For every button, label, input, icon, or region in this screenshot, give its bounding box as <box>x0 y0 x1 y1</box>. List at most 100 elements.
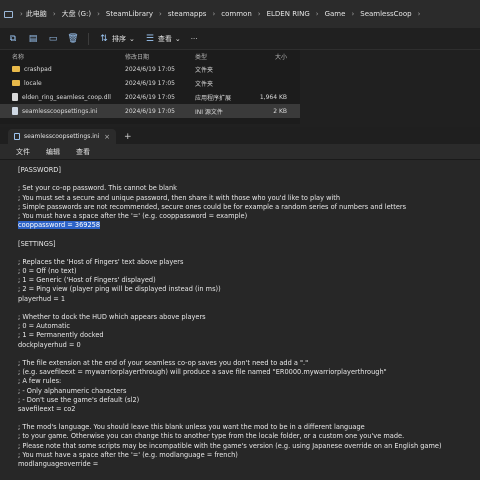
breadcrumb-common[interactable]: common <box>221 10 252 18</box>
notepad-tab[interactable]: seamlesscoopsettings.ini × <box>8 129 116 144</box>
view-icon: ☰ <box>145 33 154 44</box>
breadcrumb-steamlibrary[interactable]: SteamLibrary <box>106 10 153 18</box>
ini-file-icon <box>12 107 18 115</box>
column-header-date[interactable]: 修改日期 <box>125 52 195 61</box>
menu-view[interactable]: 查看 <box>76 147 90 157</box>
editor-line: savefileext = co2 <box>18 404 76 413</box>
file-name: seamlesscoopsettings.ini <box>22 107 98 115</box>
editor-line: [SETTINGS] <box>18 239 56 248</box>
breadcrumb-elden-ring[interactable]: ELDEN RING <box>267 10 310 18</box>
notepad-menu-bar: 文件 编辑 查看 <box>0 144 480 160</box>
document-icon <box>14 133 20 140</box>
breadcrumb-game[interactable]: Game <box>325 10 346 18</box>
text-editor[interactable]: [PASSWORD] ; Set your co-op password. Thi… <box>0 160 480 480</box>
editor-line: ; You must have a space after the '=' (e… <box>18 450 238 459</box>
breadcrumb-separator: › <box>351 10 355 18</box>
more-button[interactable]: ··· <box>191 35 198 43</box>
column-header-type[interactable]: 类型 <box>195 52 252 61</box>
editor-line: ; (e.g. savefileext = mywarriorplayerthr… <box>18 368 387 377</box>
menu-edit[interactable]: 编辑 <box>46 147 60 157</box>
file-row[interactable]: crashpad 2024/6/19 17:05 文件夹 <box>0 62 300 76</box>
editor-line: cooppassword = 369258 <box>18 221 480 230</box>
toolbar-divider <box>88 32 89 45</box>
explorer-toolbar: ⧉ ▤ ▭ 🗑 ⇅ 排序 ⌄ ☰ 查看 ⌄ ··· <box>0 28 480 50</box>
editor-line: ; The mod's language. You should leave t… <box>18 423 365 432</box>
editor-line: ; Replaces the 'Host of Fingers' text ab… <box>18 257 184 266</box>
editor-line: ; Whether to dock the HUD which appears … <box>18 313 206 321</box>
breadcrumb-drive[interactable]: 大盘 (G:) <box>62 9 91 19</box>
view-label: 查看 <box>157 34 172 43</box>
editor-line: dockplayerhud = 0 <box>18 340 81 349</box>
sort-button[interactable]: ⇅ 排序 ⌄ <box>99 34 135 44</box>
file-size: 1,964 KB <box>259 93 287 101</box>
chevron-down-icon: ⌄ <box>129 34 135 43</box>
rename-icon[interactable]: ▭ <box>48 34 58 44</box>
selected-text: cooppassword = 369258 <box>18 221 101 230</box>
chevron-right-icon: › <box>20 10 23 18</box>
delete-icon[interactable]: 🗑 <box>67 34 78 44</box>
new-tab-icon[interactable]: + <box>124 132 132 142</box>
breadcrumb-separator: › <box>315 10 319 18</box>
file-name: crashpad <box>24 65 52 73</box>
editor-line: ; 1 = Permanently docked <box>18 331 104 340</box>
computer-icon <box>4 10 13 18</box>
editor-line: ; Simple passwords are not recommended, … <box>18 202 407 211</box>
editor-line: ; You must have a space after the '=' (e… <box>18 211 248 220</box>
editor-line: ; 0 = Off (no text) <box>18 267 77 276</box>
file-type: INI 源文件 <box>195 108 223 116</box>
copy-icon[interactable]: ⧉ <box>8 34 18 44</box>
close-icon[interactable]: × <box>104 133 110 141</box>
editor-line: ; 2 = Ping view (player ping will be dis… <box>18 285 221 294</box>
file-name: locale <box>24 79 42 87</box>
editor-line: modlanguageoverride = <box>18 460 99 468</box>
menu-file[interactable]: 文件 <box>16 147 30 157</box>
breadcrumb-separator: › <box>257 10 261 18</box>
breadcrumb-seamlesscoop[interactable]: SeamlessCoop <box>360 10 411 18</box>
editor-line: ; Set your co-op password. This cannot b… <box>18 184 177 193</box>
editor-line: playerhud = 1 <box>18 294 66 303</box>
editor-line: ; A few rules: <box>18 377 62 386</box>
file-list-header: 名称 修改日期 类型 大小 <box>0 50 300 62</box>
column-header-size[interactable]: 大小 <box>252 52 287 61</box>
breadcrumb-separator: › <box>52 10 56 18</box>
breadcrumb-this-pc[interactable]: 此电脑 <box>26 9 47 19</box>
editor-line: [PASSWORD] <box>18 166 61 174</box>
paste-icon[interactable]: ▤ <box>28 34 38 44</box>
file-type: 应用程序扩展 <box>195 94 232 102</box>
chevron-down-icon: ⌄ <box>174 34 181 43</box>
tab-title: seamlesscoopsettings.ini <box>24 133 100 140</box>
breadcrumb-separator: › <box>97 10 100 18</box>
view-button[interactable]: ☰ 查看 ⌄ <box>145 34 181 44</box>
folder-icon <box>12 80 20 86</box>
breadcrumb-separator: › <box>212 10 216 18</box>
file-date: 2024/6/19 17:05 <box>125 65 175 73</box>
file-type: 文件夹 <box>195 80 214 88</box>
dll-file-icon <box>12 93 18 101</box>
editor-line: ; The file extension at the end of your … <box>18 358 309 367</box>
editor-line: ; - Only alphanumeric characters <box>18 386 127 395</box>
file-list: 名称 修改日期 类型 大小 crashpad 2024/6/19 17:05 文… <box>0 50 300 124</box>
file-size: 2 KB <box>273 107 287 115</box>
file-type: 文件夹 <box>195 66 214 74</box>
editor-line: ; Please note that some scripts may be i… <box>18 441 442 450</box>
file-row[interactable]: elden_ring_seamless_coop.dll 2024/6/19 1… <box>0 90 300 104</box>
column-header-name[interactable]: 名称 <box>0 52 125 61</box>
editor-line: ; 1 = Generic ('Host of Fingers' display… <box>18 276 156 285</box>
notepad-tab-bar: seamlesscoopsettings.ini × + <box>0 127 480 144</box>
file-row-selected[interactable]: seamlesscoopsettings.ini 2024/6/19 17:05… <box>0 104 300 118</box>
file-row[interactable]: locale 2024/6/19 17:05 文件夹 <box>0 76 300 90</box>
editor-line: ; - Don't use the game's default (sl2) <box>18 395 140 404</box>
file-name: elden_ring_seamless_coop.dll <box>22 93 111 101</box>
breadcrumb-steamapps[interactable]: steamapps <box>168 10 207 18</box>
editor-line: ; to your game. Otherwise you can change… <box>18 432 405 441</box>
file-date: 2024/6/19 17:05 <box>125 107 175 115</box>
breadcrumb-separator: › <box>159 10 162 18</box>
address-bar[interactable]: › 此电脑 › 大盘 (G:) › SteamLibrary › steamap… <box>0 0 480 28</box>
breadcrumb-separator: › <box>417 10 421 18</box>
file-date: 2024/6/19 17:05 <box>125 93 175 101</box>
